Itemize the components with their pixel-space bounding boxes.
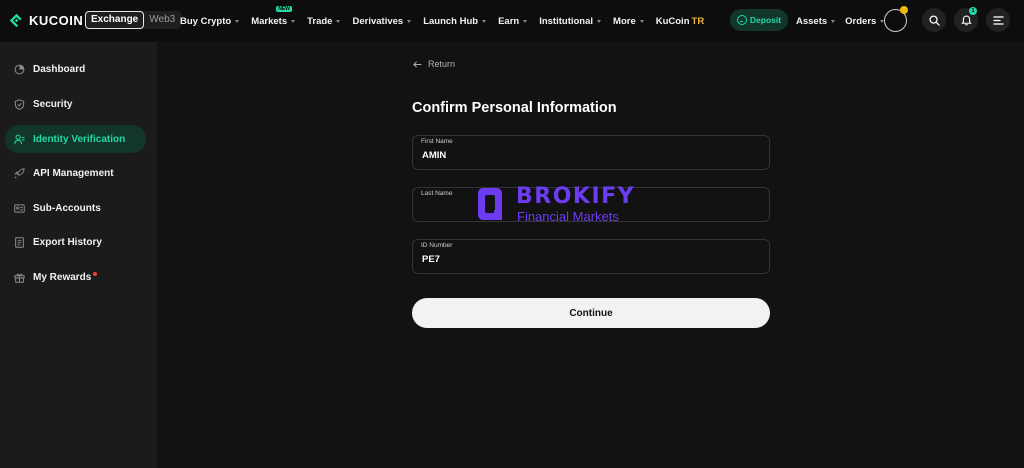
deposit-button[interactable]: Deposit	[730, 9, 788, 31]
nav-label: KuCoin	[655, 15, 690, 27]
sidebar-item-dashboard[interactable]: Dashboard	[5, 55, 146, 83]
sidebar: Dashboard Security Identity Verification…	[0, 42, 157, 468]
id-number-input[interactable]: PE7	[422, 254, 752, 265]
nav-markets[interactable]: Markets NEW	[251, 5, 296, 27]
chevron-down-icon	[523, 19, 528, 23]
sidebar-item-identity-verification[interactable]: Identity Verification	[5, 125, 146, 153]
search-button[interactable]	[922, 8, 946, 32]
avatar[interactable]	[884, 6, 908, 32]
nav-label: Derivatives	[352, 15, 404, 27]
sidebar-item-security[interactable]: Security	[5, 90, 146, 118]
sidebar-item-label: Dashboard	[33, 63, 86, 75]
nav-label: Institutional	[539, 15, 594, 27]
sidebar-item-label: My Rewards	[33, 271, 92, 283]
account-nav: Assets Orders	[796, 0, 894, 42]
mode-web3-tab[interactable]: Web3	[144, 11, 181, 29]
nav-label: Launch Hub	[423, 15, 479, 27]
sidebar-item-label: Identity Verification	[33, 133, 126, 145]
field-label: Last Name	[421, 190, 453, 197]
first-name-field[interactable]: First Name AMIN	[412, 135, 770, 170]
arrow-left-icon	[413, 60, 422, 68]
accounts-icon	[14, 203, 25, 214]
nav-more[interactable]: More	[613, 16, 644, 27]
menu-button[interactable]	[986, 8, 1010, 32]
sidebar-item-label: Security	[33, 98, 73, 110]
new-badge: NEW	[276, 5, 292, 12]
mode-exchange-tab[interactable]: Exchange	[85, 11, 145, 29]
notification-count: 1	[969, 7, 977, 15]
first-name-input[interactable]: AMIN	[422, 150, 752, 161]
logo-text: KUCOIN	[29, 13, 84, 28]
nav-trade[interactable]: Trade	[307, 15, 341, 27]
chevron-down-icon	[336, 19, 341, 23]
sidebar-item-export-history[interactable]: Export History	[5, 228, 146, 256]
sidebar-item-label: Sub-Accounts	[33, 202, 101, 214]
sidebar-item-sub-accounts[interactable]: Sub-Accounts	[5, 194, 146, 222]
avatar-badge	[900, 6, 908, 14]
menu-icon	[993, 15, 1003, 25]
bell-icon	[960, 15, 972, 25]
return-label: Return	[428, 59, 456, 69]
nav-launch-hub[interactable]: Launch Hub	[423, 15, 487, 27]
kucoin-logo[interactable]: KUCOIN	[8, 12, 83, 29]
main-nav: Buy Crypto Markets NEW Trade Derivatives …	[180, 0, 716, 42]
continue-label: Continue	[569, 307, 613, 319]
nav-label: Orders	[845, 15, 877, 27]
sidebar-item-label: API Management	[33, 167, 114, 179]
chevron-down-icon	[831, 19, 836, 23]
chevron-down-icon	[407, 19, 412, 23]
id-number-field[interactable]: ID Number PE7	[412, 239, 770, 274]
notifications-button[interactable]: 1	[954, 7, 978, 32]
gift-icon	[14, 272, 25, 283]
tr-suffix: TR	[691, 15, 705, 27]
rocket-icon	[14, 167, 25, 179]
nav-earn[interactable]: Earn	[498, 15, 528, 27]
sidebar-item-my-rewards[interactable]: My Rewards	[5, 263, 146, 291]
nav-institutional[interactable]: Institutional	[539, 15, 602, 27]
chevron-down-icon	[291, 19, 296, 23]
last-name-field[interactable]: Last Name	[412, 187, 770, 222]
download-icon	[736, 15, 747, 25]
chevron-down-icon	[597, 19, 602, 23]
sidebar-item-label: Export History	[33, 236, 102, 248]
nav-buy-crypto[interactable]: Buy Crypto	[180, 15, 240, 27]
kucoin-logo-icon	[9, 13, 22, 28]
return-link[interactable]: Return	[413, 59, 455, 69]
nav-label: Buy Crypto	[180, 15, 232, 27]
sidebar-item-api-management[interactable]: API Management	[5, 159, 146, 187]
nav-kucoin-tr[interactable]: KuCoin TR	[656, 16, 704, 27]
mode-switch: Exchange Web3	[85, 11, 182, 29]
page-title: Confirm Personal Information	[412, 100, 617, 116]
top-navigation-bar: KUCOIN Exchange Web3 Buy Crypto Markets N…	[0, 0, 1024, 42]
chevron-down-icon	[235, 19, 240, 23]
nav-label: More	[613, 15, 636, 27]
deposit-label: Deposit	[749, 15, 782, 25]
document-icon	[14, 236, 25, 248]
chevron-down-icon	[639, 19, 644, 23]
nav-label: Earn	[498, 15, 520, 27]
nav-derivatives[interactable]: Derivatives	[352, 15, 412, 27]
user-check-icon	[14, 134, 25, 145]
rewards-notification-dot	[93, 272, 98, 276]
nav-orders[interactable]: Orders	[845, 15, 885, 27]
nav-label: Assets	[796, 15, 828, 27]
shield-icon	[14, 98, 25, 110]
search-icon	[928, 14, 940, 26]
chevron-down-icon	[482, 19, 487, 23]
continue-button[interactable]: Continue	[412, 298, 770, 328]
dashboard-icon	[14, 64, 25, 75]
nav-assets[interactable]: Assets	[796, 15, 836, 27]
nav-label: Markets	[251, 15, 288, 27]
nav-label: Trade	[307, 15, 333, 27]
field-label: ID Number	[421, 242, 453, 249]
field-label: First Name	[421, 138, 453, 145]
